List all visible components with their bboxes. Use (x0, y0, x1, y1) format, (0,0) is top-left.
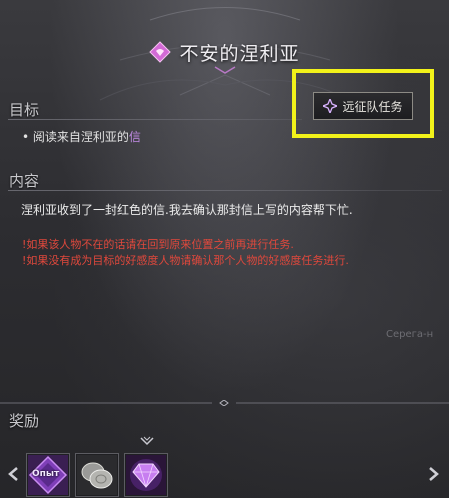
quest-warning-1: !如果该人物不在的话请在回到原来位置之前再进行任务. (22, 238, 294, 251)
background-npc-name: Серега-н (386, 329, 434, 340)
reward-item-silver[interactable] (75, 453, 119, 497)
quest-title: 不安的涅利亚 (179, 42, 300, 65)
purple-gem-icon (126, 455, 166, 495)
objective-bullet: • (22, 130, 30, 144)
objective-text: 阅读来自涅利亚的 (32, 130, 129, 144)
reward-prev-arrow-icon[interactable] (6, 466, 20, 482)
reward-items-row: Опыт (26, 453, 168, 497)
objective-section-label: 目标 (9, 101, 40, 119)
quest-diamond-icon (149, 41, 172, 63)
expedition-button-highlight (292, 69, 434, 138)
quest-description: 涅利亚收到了一封红色的信.我去确认那封信上写的内容帮下忙. (21, 203, 353, 217)
silver-coins-icon (77, 455, 117, 495)
reward-section-label: 奖励 (9, 412, 40, 430)
reward-item-exp[interactable]: Опыт (26, 453, 70, 497)
quest-warning-2: !如果没有成为目标的好感度人物请确认那个人物的好感度任务进行. (22, 254, 349, 267)
content-section-label: 内容 (9, 172, 40, 190)
reward-divider (0, 400, 449, 406)
objective-entry: • 阅读来自涅利亚的信 (22, 128, 141, 145)
selected-reward-marker-icon (140, 436, 154, 446)
reward-item-gem[interactable] (124, 453, 168, 497)
title-ornament (214, 66, 236, 74)
reward-next-arrow-icon[interactable] (427, 466, 441, 482)
objective-item-highlight: 信 (128, 130, 141, 144)
objective-divider (8, 119, 302, 120)
exp-item-label: Опыт (32, 469, 60, 479)
content-divider (8, 190, 442, 191)
